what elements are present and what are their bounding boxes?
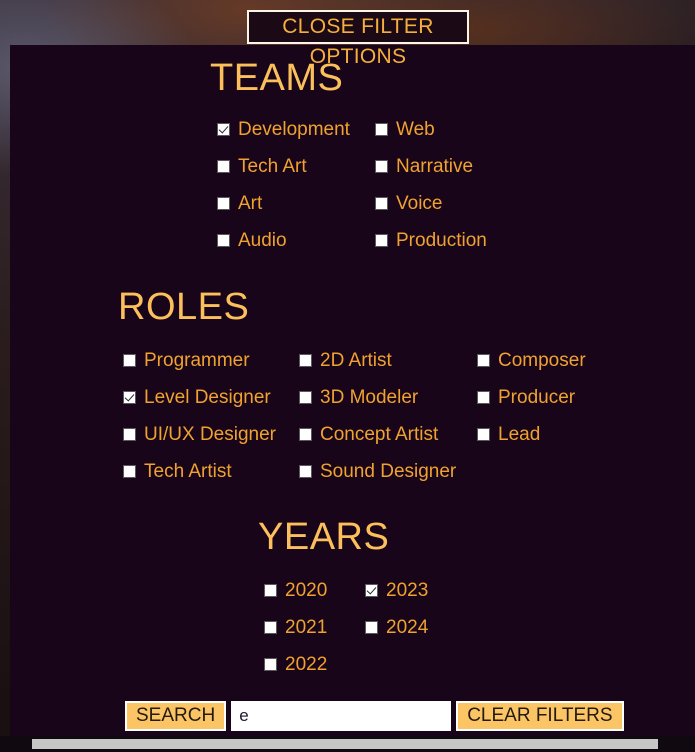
checkbox-icon[interactable] [477,428,490,441]
checkbox-icon[interactable] [123,354,136,367]
roles-option-programmer[interactable]: Programmer [123,350,299,372]
teams-option-development[interactable]: Development [217,119,375,141]
roles-row: Level Designer 3D Modeler Producer [123,379,653,416]
option-label: Tech Art [238,155,307,177]
checkbox-icon[interactable] [217,234,230,247]
option-label: 2020 [285,579,328,601]
horizontal-scrollbar-thumb[interactable] [32,739,658,749]
checkbox-icon[interactable] [299,354,312,367]
option-label: Lead [498,423,541,445]
option-label: Producer [498,386,576,408]
roles-row: Tech Artist Sound Designer [123,453,653,490]
teams-option-audio[interactable]: Audio [217,230,375,252]
years-heading: YEARS [258,516,390,558]
checkbox-icon[interactable] [299,391,312,404]
checkbox-icon[interactable] [123,465,136,478]
teams-option-narrative[interactable]: Narrative [375,156,473,178]
option-label: 2023 [386,579,429,601]
option-label: Web [396,118,435,140]
teams-row: Art Voice [217,185,487,222]
search-button[interactable]: SEARCH [125,701,227,731]
roles-option-composer[interactable]: Composer [477,350,653,372]
teams-options-grid: Development Web Tech Art Narrative Art V… [217,111,487,259]
checkbox-icon[interactable] [375,123,388,136]
checkbox-icon[interactable] [299,428,312,441]
roles-option-level-designer[interactable]: Level Designer [123,387,299,409]
option-label: Narrative [396,155,474,177]
checkbox-icon[interactable] [375,160,388,173]
close-filter-options-button[interactable]: CLOSE FILTER OPTIONS [247,10,469,68]
roles-option-ui-ux-designer[interactable]: UI/UX Designer [123,424,299,446]
teams-option-voice[interactable]: Voice [375,193,442,215]
checkbox-icon[interactable] [299,465,312,478]
search-bar: SEARCH CLEAR FILTERS [125,701,624,731]
checkbox-icon[interactable] [477,354,490,367]
checkbox-icon[interactable] [264,584,277,597]
filter-options-panel: TEAMS Development Web Tech Art Narrative… [10,45,695,736]
checkbox-icon[interactable] [123,391,136,404]
teams-option-web[interactable]: Web [375,119,435,141]
years-option-2023[interactable]: 2023 [365,580,428,602]
search-input[interactable] [231,701,452,731]
option-label: Concept Artist [320,423,439,445]
checkbox-icon[interactable] [477,391,490,404]
roles-option-tech-artist[interactable]: Tech Artist [123,461,299,483]
years-row: 2022 [264,646,428,683]
roles-option-lead[interactable]: Lead [477,424,653,446]
checkbox-icon[interactable] [217,197,230,210]
years-row: 2020 2023 [264,572,428,609]
roles-option-concept-artist[interactable]: Concept Artist [299,424,477,446]
roles-option-producer[interactable]: Producer [477,387,653,409]
option-label: Level Designer [144,386,271,408]
horizontal-scrollbar-track[interactable] [0,736,695,752]
filter-screen: CLOSE FILTER OPTIONS TEAMS Development W… [0,0,695,752]
years-option-2024[interactable]: 2024 [365,617,428,639]
teams-option-tech-art[interactable]: Tech Art [217,156,375,178]
option-label: Tech Artist [144,460,232,482]
roles-row: UI/UX Designer Concept Artist Lead [123,416,653,453]
option-label: 2D Artist [320,349,392,371]
option-label: Development [238,118,350,140]
option-label: Production [396,229,487,251]
checkbox-icon[interactable] [123,428,136,441]
option-label: 3D Modeler [320,386,419,408]
option-label: Sound Designer [320,460,457,482]
option-label: Composer [498,349,586,371]
checkbox-icon[interactable] [264,621,277,634]
years-option-2020[interactable]: 2020 [264,580,365,602]
years-option-2022[interactable]: 2022 [264,654,365,676]
option-label: UI/UX Designer [144,423,276,445]
teams-row: Tech Art Narrative [217,148,487,185]
option-label: Audio [238,229,287,251]
checkbox-icon[interactable] [375,197,388,210]
option-label: Programmer [144,349,250,371]
checkbox-icon[interactable] [217,123,230,136]
roles-option-3d-modeler[interactable]: 3D Modeler [299,387,477,409]
teams-row: Development Web [217,111,487,148]
option-label: Art [238,192,263,214]
option-label: 2022 [285,653,328,675]
teams-option-production[interactable]: Production [375,230,487,252]
roles-option-2d-artist[interactable]: 2D Artist [299,350,477,372]
years-option-2021[interactable]: 2021 [264,617,365,639]
years-row: 2021 2024 [264,609,428,646]
clear-filters-button[interactable]: CLEAR FILTERS [456,701,624,731]
checkbox-icon[interactable] [217,160,230,173]
option-label: Voice [396,192,443,214]
option-label: 2021 [285,616,328,638]
checkbox-icon[interactable] [365,584,378,597]
roles-row: Programmer 2D Artist Composer [123,342,653,379]
teams-row: Audio Production [217,222,487,259]
roles-option-sound-designer[interactable]: Sound Designer [299,461,477,483]
checkbox-icon[interactable] [264,658,277,671]
roles-options-grid: Programmer 2D Artist Composer Level Desi… [123,342,653,490]
checkbox-icon[interactable] [375,234,388,247]
teams-option-art[interactable]: Art [217,193,375,215]
checkbox-icon[interactable] [365,621,378,634]
option-label: 2024 [386,616,429,638]
years-options-grid: 2020 2023 2021 2024 2022 [264,572,428,683]
roles-heading: ROLES [118,286,250,328]
